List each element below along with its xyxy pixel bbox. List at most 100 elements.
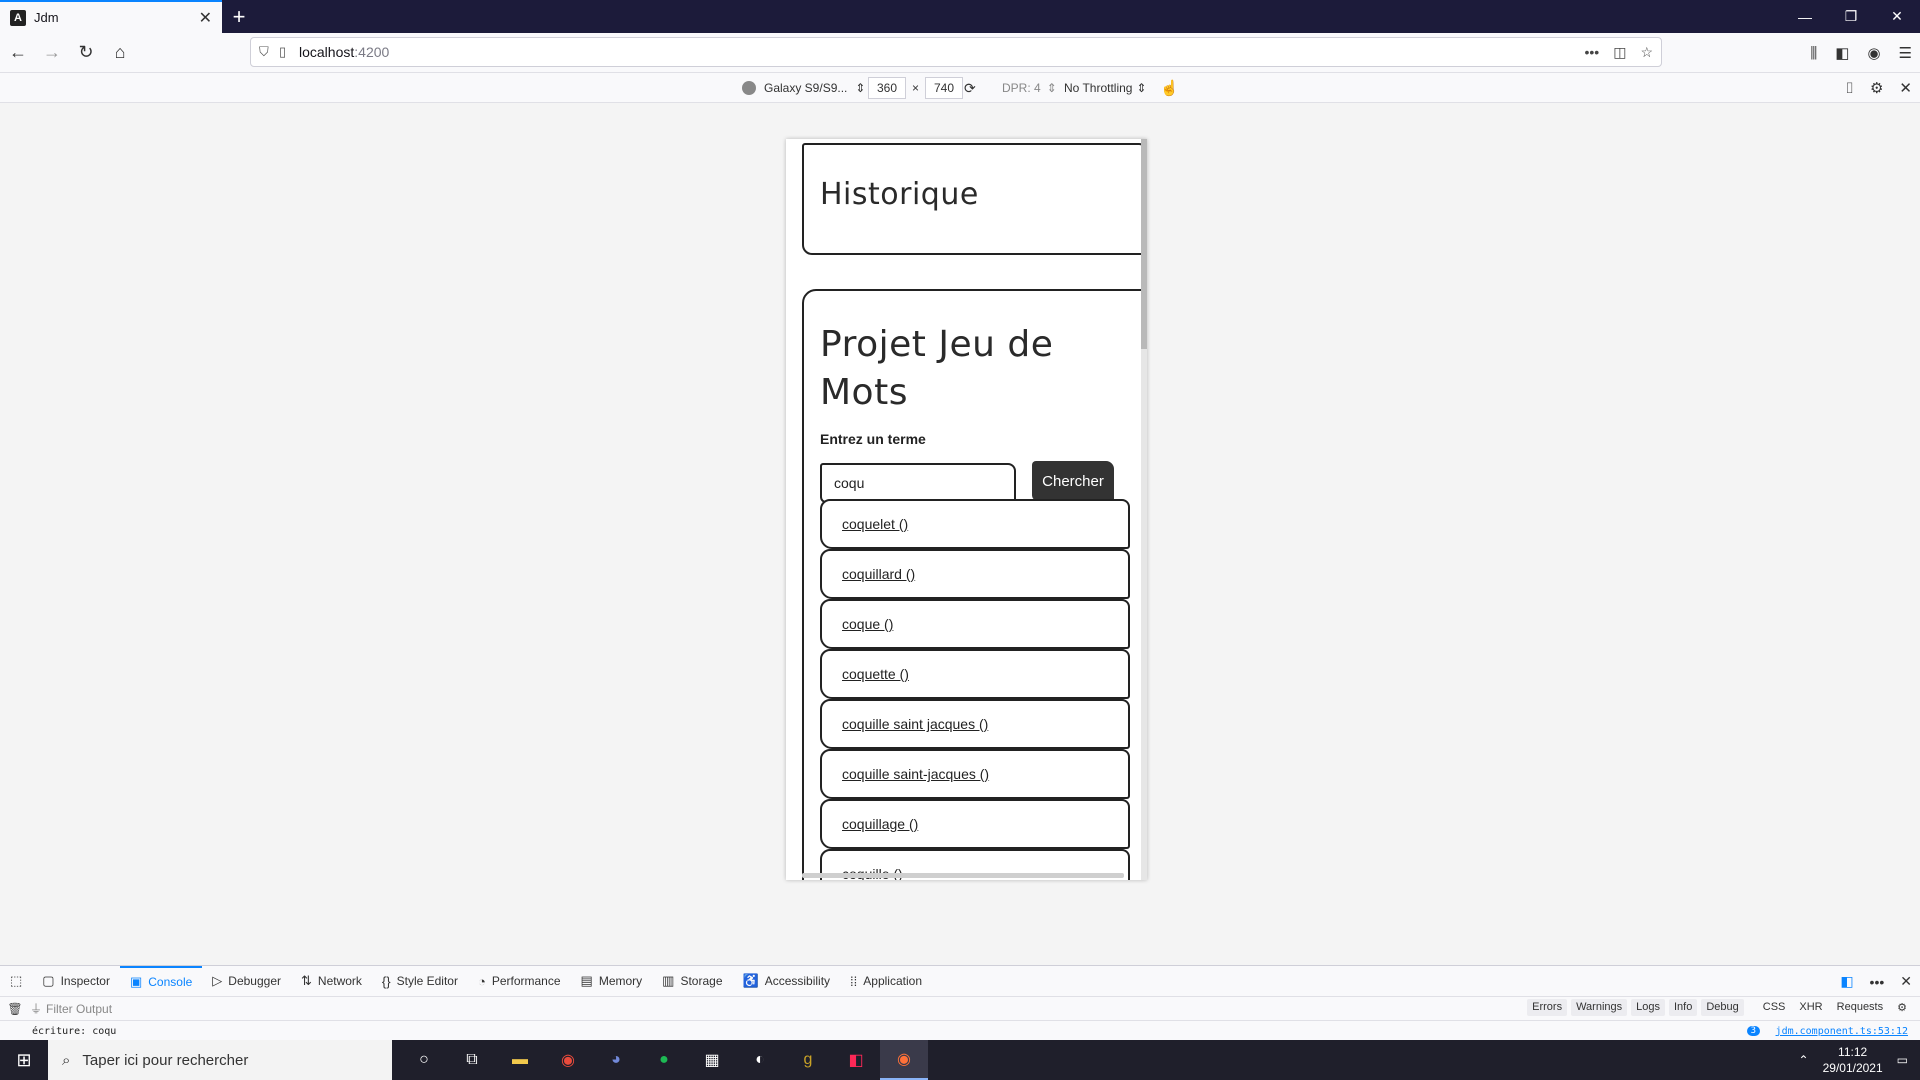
filter-warnings-button[interactable]: Warnings — [1571, 999, 1628, 1016]
file-explorer-icon[interactable]: ▬ — [496, 1040, 544, 1080]
intellij-icon[interactable]: ◧ — [832, 1040, 880, 1080]
firefox-icon[interactable]: ◉ — [880, 1040, 928, 1080]
console-settings-icon[interactable]: ⚙ — [1892, 999, 1912, 1016]
search-button[interactable]: Chercher — [1032, 461, 1114, 501]
suggestion-item[interactable]: coque () — [820, 599, 1130, 649]
pocket-icon[interactable]: ◫ — [1613, 44, 1626, 61]
suggestion-link[interactable]: coquillard () — [842, 566, 915, 582]
browser-tab[interactable]: A Jdm ✕ — [0, 0, 222, 33]
reload-icon[interactable]: ↻ — [70, 37, 102, 69]
suggestion-link[interactable]: coquille saint jacques () — [842, 716, 988, 732]
search-input[interactable]: coqu — [820, 463, 1016, 503]
page-icon: ▯ — [279, 44, 287, 59]
inspector-icon: ▢ — [42, 973, 55, 988]
tab-debugger[interactable]: ▷ Debugger — [202, 966, 291, 997]
bookmark-star-icon[interactable]: ☆ — [1640, 44, 1653, 61]
screenshot-icon[interactable]: ⌷ — [1845, 80, 1854, 97]
horizontal-scrollbar[interactable] — [802, 873, 1124, 878]
system-clock[interactable]: 11:12 29/01/2021 — [1823, 1044, 1883, 1076]
rotate-device-icon[interactable]: ⟳ — [964, 77, 976, 99]
filter-logs-button[interactable]: Logs — [1631, 999, 1665, 1016]
viewport-height-input[interactable]: 740 — [925, 77, 964, 99]
filter-requests-button[interactable]: Requests — [1832, 999, 1888, 1016]
dock-side-icon[interactable]: ◧ — [1840, 973, 1853, 990]
suggestion-item[interactable]: coquillage () — [820, 799, 1130, 849]
library-icon[interactable]: ⫼ — [1810, 45, 1817, 62]
clear-console-icon[interactable]: 🗑 — [0, 1002, 30, 1016]
page-title: Projet Jeu de Mots — [820, 324, 1054, 413]
suggestion-link[interactable]: coque () — [842, 616, 893, 632]
tab-application[interactable]: ⁞⁞ Application — [840, 966, 932, 997]
throttling-dropdown-icon: ⇕ — [1136, 81, 1147, 95]
log-source-link[interactable]: jdm.component.ts:53:12 — [1776, 1026, 1908, 1037]
restore-icon[interactable]: ❐ — [1828, 0, 1874, 33]
notifications-icon[interactable]: ▭ — [1897, 1053, 1908, 1067]
suggestion-item[interactable]: coquille saint jacques () — [820, 699, 1130, 749]
devtools-menu-icon[interactable]: ••• — [1870, 974, 1885, 990]
filter-errors-button[interactable]: Errors — [1527, 999, 1568, 1016]
suggestion-item[interactable]: coquille saint-jacques () — [820, 749, 1130, 799]
taskbar-search[interactable]: ⌕ Taper ici pour rechercher — [48, 1040, 392, 1080]
suggestion-item[interactable]: coquette () — [820, 649, 1130, 699]
task-view-icon[interactable]: ⧉ — [448, 1040, 496, 1080]
viewport-width-input[interactable]: 360 — [868, 77, 906, 99]
forward-arrow-icon[interactable]: → — [36, 37, 68, 69]
cortana-icon[interactable]: ○ — [400, 1040, 448, 1080]
shield-icon[interactable]: ⛉ — [259, 44, 279, 60]
windows-start-icon[interactable]: ⊞ — [0, 1050, 48, 1071]
tab-style-editor[interactable]: {} Style Editor — [372, 966, 468, 997]
settings-gear-icon[interactable]: ⚙ — [1870, 79, 1883, 97]
suggestion-link[interactable]: coquette () — [842, 666, 909, 682]
filter-info-button[interactable]: Info — [1669, 999, 1698, 1016]
back-arrow-icon[interactable]: ← — [2, 37, 34, 69]
tab-memory[interactable]: ▤ Memory — [571, 966, 653, 997]
tray-chevron-icon[interactable]: ⌃ — [1799, 1053, 1809, 1067]
steam-icon[interactable]: ◐ — [736, 1040, 784, 1080]
tab-storage[interactable]: ▥ Storage — [652, 966, 732, 997]
device-selector[interactable]: Galaxy S9/S9... ⇕ — [742, 77, 865, 99]
home-icon[interactable]: ⌂ — [104, 37, 136, 69]
filter-output-input[interactable]: Filter Output — [46, 1002, 112, 1016]
close-tab-icon[interactable]: ✕ — [199, 8, 212, 28]
url-bar[interactable]: ⛉ ▯ localhost :4200 ••• ◫ ☆ — [250, 37, 1662, 67]
chrome-icon[interactable]: ◉ — [544, 1040, 592, 1080]
element-picker-icon[interactable]: ⬚ — [0, 966, 32, 997]
menu-icon[interactable]: ☰ — [1899, 44, 1912, 62]
suggestion-link[interactable]: coquelet () — [842, 516, 908, 532]
account-icon[interactable]: ◉ — [1867, 44, 1880, 62]
tab-performance[interactable]: ◔ Performance — [468, 966, 571, 997]
throttling-value: No Throttling — [1064, 81, 1133, 95]
page-actions-icon[interactable]: ••• — [1584, 44, 1599, 61]
suggestion-item[interactable]: coquillard () — [820, 549, 1130, 599]
app-bm-icon[interactable]: ▦ — [688, 1040, 736, 1080]
g-app-icon[interactable]: g — [784, 1040, 832, 1080]
tab-accessibility[interactable]: ♿ Accessibility — [733, 966, 841, 997]
spotify-icon[interactable]: ● — [640, 1040, 688, 1080]
filter-xhr-button[interactable]: XHR — [1794, 999, 1827, 1016]
touch-simulation-icon[interactable]: ☝ — [1160, 77, 1179, 99]
close-window-icon[interactable]: ✕ — [1874, 0, 1920, 33]
dpr-selector[interactable]: DPR: 4 ⇕ — [1002, 77, 1057, 99]
close-devtools-icon[interactable]: ✕ — [1900, 973, 1912, 990]
tab-network[interactable]: ⇅ Network — [291, 966, 372, 997]
scrollbar-thumb[interactable] — [1141, 139, 1147, 349]
device-name: Galaxy S9/S9... — [764, 81, 848, 95]
sidebar-icon[interactable]: ◧ — [1835, 44, 1849, 62]
discord-icon[interactable]: ◕ — [592, 1040, 640, 1080]
minimize-icon[interactable]: — — [1782, 0, 1828, 33]
suggestion-item[interactable]: coquelet () — [820, 499, 1130, 549]
tab-label: Console — [148, 975, 193, 989]
filter-debug-button[interactable]: Debug — [1701, 999, 1744, 1016]
new-tab-button[interactable]: + — [222, 0, 256, 33]
suggestion-link[interactable]: coquillage () — [842, 816, 918, 832]
throttling-selector[interactable]: No Throttling ⇕ — [1064, 77, 1147, 99]
vertical-scrollbar[interactable] — [1141, 139, 1147, 880]
term-label: Entrez un terme — [820, 431, 926, 447]
close-rdm-icon[interactable]: ✕ — [1899, 79, 1912, 97]
suggestion-link[interactable]: coquille saint-jacques () — [842, 766, 989, 782]
log-message: écriture: coqu — [32, 1025, 117, 1037]
tab-console[interactable]: ▣ Console — [119, 965, 203, 997]
tab-inspector[interactable]: ▢ Inspector — [32, 966, 120, 997]
tab-label: Style Editor — [396, 974, 458, 988]
filter-css-button[interactable]: CSS — [1758, 999, 1791, 1016]
